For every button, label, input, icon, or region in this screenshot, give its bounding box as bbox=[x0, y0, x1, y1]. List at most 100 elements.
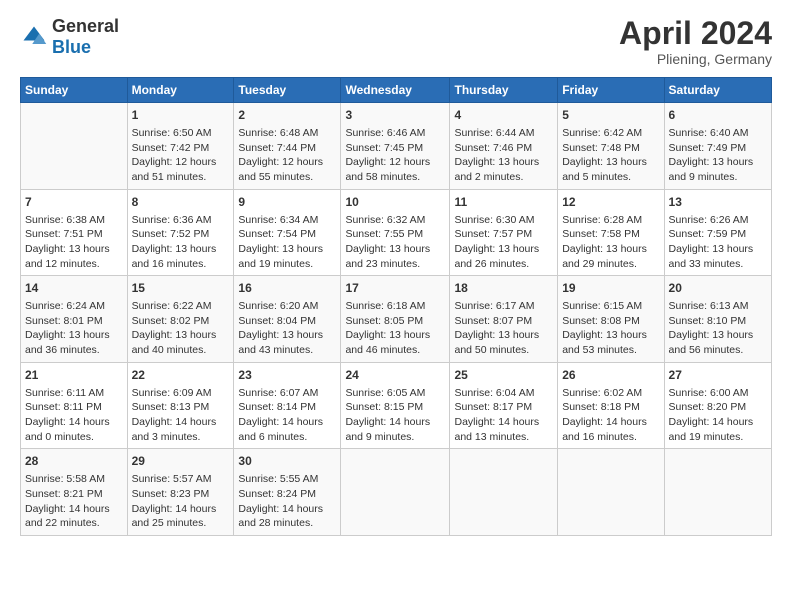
calendar-table: SundayMondayTuesdayWednesdayThursdayFrid… bbox=[20, 77, 772, 536]
day-number: 5 bbox=[562, 107, 659, 124]
day-info-line: Daylight: 14 hours bbox=[562, 415, 659, 430]
day-info-line: Sunset: 7:55 PM bbox=[345, 227, 445, 242]
day-info-line: Sunset: 7:52 PM bbox=[132, 227, 230, 242]
day-info-line: Daylight: 12 hours bbox=[132, 155, 230, 170]
day-info-line: Sunset: 7:54 PM bbox=[238, 227, 336, 242]
calendar-cell: 21Sunrise: 6:11 AMSunset: 8:11 PMDayligh… bbox=[21, 362, 128, 449]
day-info-line: Sunrise: 6:04 AM bbox=[454, 386, 553, 401]
day-info-line: and 40 minutes. bbox=[132, 343, 230, 358]
day-header-tuesday: Tuesday bbox=[234, 78, 341, 103]
day-info-line: Sunset: 7:46 PM bbox=[454, 141, 553, 156]
day-info-line: Daylight: 12 hours bbox=[345, 155, 445, 170]
calendar-cell: 11Sunrise: 6:30 AMSunset: 7:57 PMDayligh… bbox=[450, 189, 558, 276]
day-info-line: Sunset: 7:59 PM bbox=[669, 227, 767, 242]
logo-text: General Blue bbox=[52, 16, 119, 58]
calendar-cell: 13Sunrise: 6:26 AMSunset: 7:59 PMDayligh… bbox=[664, 189, 771, 276]
day-info-line: Sunrise: 6:38 AM bbox=[25, 213, 123, 228]
day-number: 28 bbox=[25, 453, 123, 470]
month-title: April 2024 bbox=[619, 16, 772, 51]
calendar-week-1: 1Sunrise: 6:50 AMSunset: 7:42 PMDaylight… bbox=[21, 103, 772, 190]
page: General Blue April 2024 Pliening, German… bbox=[0, 0, 792, 546]
day-info-line: Sunset: 8:05 PM bbox=[345, 314, 445, 329]
calendar-week-4: 21 Sunrise: 6:11 AMSunset: 8:11 PM Dayligh… bbox=[21, 362, 772, 449]
location: Pliening, Germany bbox=[619, 51, 772, 67]
day-info-line: Sunrise: 6:17 AM bbox=[454, 299, 553, 314]
day-info-line: Daylight: 13 hours bbox=[562, 155, 659, 170]
calendar-cell: 30Sunrise: 5:55 AMSunset: 8:24 PMDayligh… bbox=[234, 449, 341, 536]
calendar-week-3: 14Sunrise: 6:24 AMSunset: 8:01 PMDayligh… bbox=[21, 276, 772, 363]
day-info-line: Daylight: 14 hours bbox=[669, 415, 767, 430]
day-info-line: and 25 minutes. bbox=[132, 516, 230, 531]
day-number: 24 bbox=[345, 367, 445, 384]
day-info-line: Sunset: 7:45 PM bbox=[345, 141, 445, 156]
day-info-line: Sunrise: 6:42 AM bbox=[562, 126, 659, 141]
day-info-line: Sunset: 8:10 PM bbox=[669, 314, 767, 329]
day-info-line: and 43 minutes. bbox=[238, 343, 336, 358]
day-number: 17 bbox=[345, 280, 445, 297]
day-info-line: Daylight: 14 hours bbox=[132, 415, 230, 430]
day-info-line: and 5 minutes. bbox=[562, 170, 659, 185]
logo-blue: Blue bbox=[52, 37, 91, 57]
day-info-line: Daylight: 13 hours bbox=[238, 242, 336, 257]
day-info-line: Daylight: 13 hours bbox=[25, 328, 123, 343]
day-info-line: Sunrise: 6:26 AM bbox=[669, 213, 767, 228]
header: General Blue April 2024 Pliening, German… bbox=[20, 16, 772, 67]
day-number: 9 bbox=[238, 194, 336, 211]
day-info-line: and 19 minutes. bbox=[238, 257, 336, 272]
day-info-line: Sunrise: 6:36 AM bbox=[132, 213, 230, 228]
calendar-cell: 29Sunrise: 5:57 AMSunset: 8:23 PMDayligh… bbox=[127, 449, 234, 536]
day-info-line: and 55 minutes. bbox=[238, 170, 336, 185]
day-info-line: Sunset: 7:51 PM bbox=[25, 227, 123, 242]
day-info-line: Sunrise: 6:40 AM bbox=[669, 126, 767, 141]
day-info-line: Sunrise: 5:57 AM bbox=[132, 472, 230, 487]
calendar-cell: 6Sunrise: 6:40 AMSunset: 7:49 PMDaylight… bbox=[664, 103, 771, 190]
day-number: 4 bbox=[454, 107, 553, 124]
day-info-line: Sunset: 7:49 PM bbox=[669, 141, 767, 156]
day-info-line: Sunset: 8:11 PM bbox=[25, 400, 123, 415]
day-header-friday: Friday bbox=[558, 78, 664, 103]
day-number: 21 bbox=[25, 367, 123, 384]
day-info-line: Daylight: 13 hours bbox=[238, 328, 336, 343]
logo-icon bbox=[20, 23, 48, 51]
day-info-line: Sunrise: 6:34 AM bbox=[238, 213, 336, 228]
day-info-line: and 51 minutes. bbox=[132, 170, 230, 185]
day-number: 23 bbox=[238, 367, 336, 384]
calendar-cell bbox=[664, 449, 771, 536]
day-info-line: Sunset: 7:58 PM bbox=[562, 227, 659, 242]
calendar-cell: 10Sunrise: 6:32 AMSunset: 7:55 PMDayligh… bbox=[341, 189, 450, 276]
calendar-cell: 22Sunrise: 6:09 AMSunset: 8:13 PMDayligh… bbox=[127, 362, 234, 449]
day-info-line: Sunset: 8:24 PM bbox=[238, 487, 336, 502]
day-info-line: Sunrise: 5:58 AM bbox=[25, 472, 123, 487]
day-info-line: Sunset: 8:18 PM bbox=[562, 400, 659, 415]
day-header-wednesday: Wednesday bbox=[341, 78, 450, 103]
calendar-cell: 9 Sunrise: 6:34 AMSunset: 7:54 PMDaylight… bbox=[234, 189, 341, 276]
day-header-monday: Monday bbox=[127, 78, 234, 103]
day-info-line: Sunset: 8:21 PM bbox=[25, 487, 123, 502]
calendar-week-2: 7Sunrise: 6:38 AMSunset: 7:51 PMDaylight… bbox=[21, 189, 772, 276]
day-number: 12 bbox=[562, 194, 659, 211]
calendar-cell: 5Sunrise: 6:42 AMSunset: 7:48 PMDaylight… bbox=[558, 103, 664, 190]
calendar-cell: 24Sunrise: 6:05 AMSunset: 8:15 PMDayligh… bbox=[341, 362, 450, 449]
day-info-line: Sunrise: 6:22 AM bbox=[132, 299, 230, 314]
day-info-line: and 56 minutes. bbox=[669, 343, 767, 358]
day-info-line: and 16 minutes. bbox=[132, 257, 230, 272]
day-info-line: and 33 minutes. bbox=[669, 257, 767, 272]
day-info-line: Daylight: 13 hours bbox=[345, 328, 445, 343]
day-info-line: Daylight: 14 hours bbox=[238, 415, 336, 430]
day-number: 15 bbox=[132, 280, 230, 297]
day-info-line: Sunrise: 5:55 AM bbox=[238, 472, 336, 487]
day-info-line: Sunrise: 6:30 AM bbox=[454, 213, 553, 228]
day-info-line: and 28 minutes. bbox=[238, 516, 336, 531]
day-number: 22 bbox=[132, 367, 230, 384]
day-info-line: Daylight: 13 hours bbox=[454, 328, 553, 343]
day-info-line: and 29 minutes. bbox=[562, 257, 659, 272]
day-info-line: Sunrise: 6:11 AM bbox=[25, 386, 123, 401]
calendar-cell: 1Sunrise: 6:50 AMSunset: 7:42 PMDaylight… bbox=[127, 103, 234, 190]
day-header-thursday: Thursday bbox=[450, 78, 558, 103]
day-info-line: Daylight: 14 hours bbox=[132, 502, 230, 517]
day-info-line: Sunrise: 6:07 AM bbox=[238, 386, 336, 401]
calendar-cell: 26Sunrise: 6:02 AMSunset: 8:18 PMDayligh… bbox=[558, 362, 664, 449]
day-info-line: and 9 minutes. bbox=[345, 430, 445, 445]
day-info-line: Sunrise: 6:00 AM bbox=[669, 386, 767, 401]
day-number: 27 bbox=[669, 367, 767, 384]
